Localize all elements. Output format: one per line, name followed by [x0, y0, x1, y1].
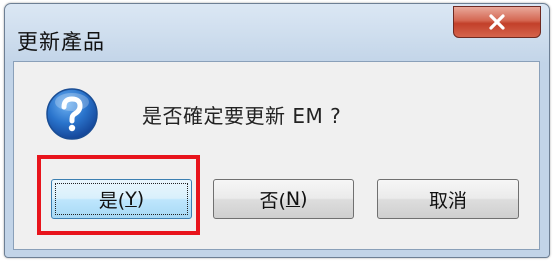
no-mnemonic: N [285, 188, 301, 210]
no-suffix: ) [300, 188, 308, 210]
close-icon [488, 14, 506, 30]
dialog-title: 更新產品 [17, 30, 105, 54]
dialog-body: 是否確定要更新 EM ? 是(Y) 否(N) 取消 [13, 61, 540, 250]
focus-indicator [55, 183, 188, 215]
dialog-window: 更新產品 是否確定要更新 EM ? 是(Y) 否(N) 取消 [4, 3, 550, 258]
no-button[interactable]: 否(N) [213, 179, 354, 219]
cancel-button[interactable]: 取消 [377, 179, 519, 219]
close-button[interactable] [453, 6, 541, 38]
no-label: 否( [259, 189, 286, 212]
yes-button[interactable]: 是(Y) [51, 179, 192, 219]
cancel-label: 取消 [428, 189, 467, 212]
title-bar[interactable]: 更新產品 [5, 4, 549, 60]
question-icon [45, 87, 99, 141]
dialog-message: 是否確定要更新 EM ? [142, 104, 342, 128]
